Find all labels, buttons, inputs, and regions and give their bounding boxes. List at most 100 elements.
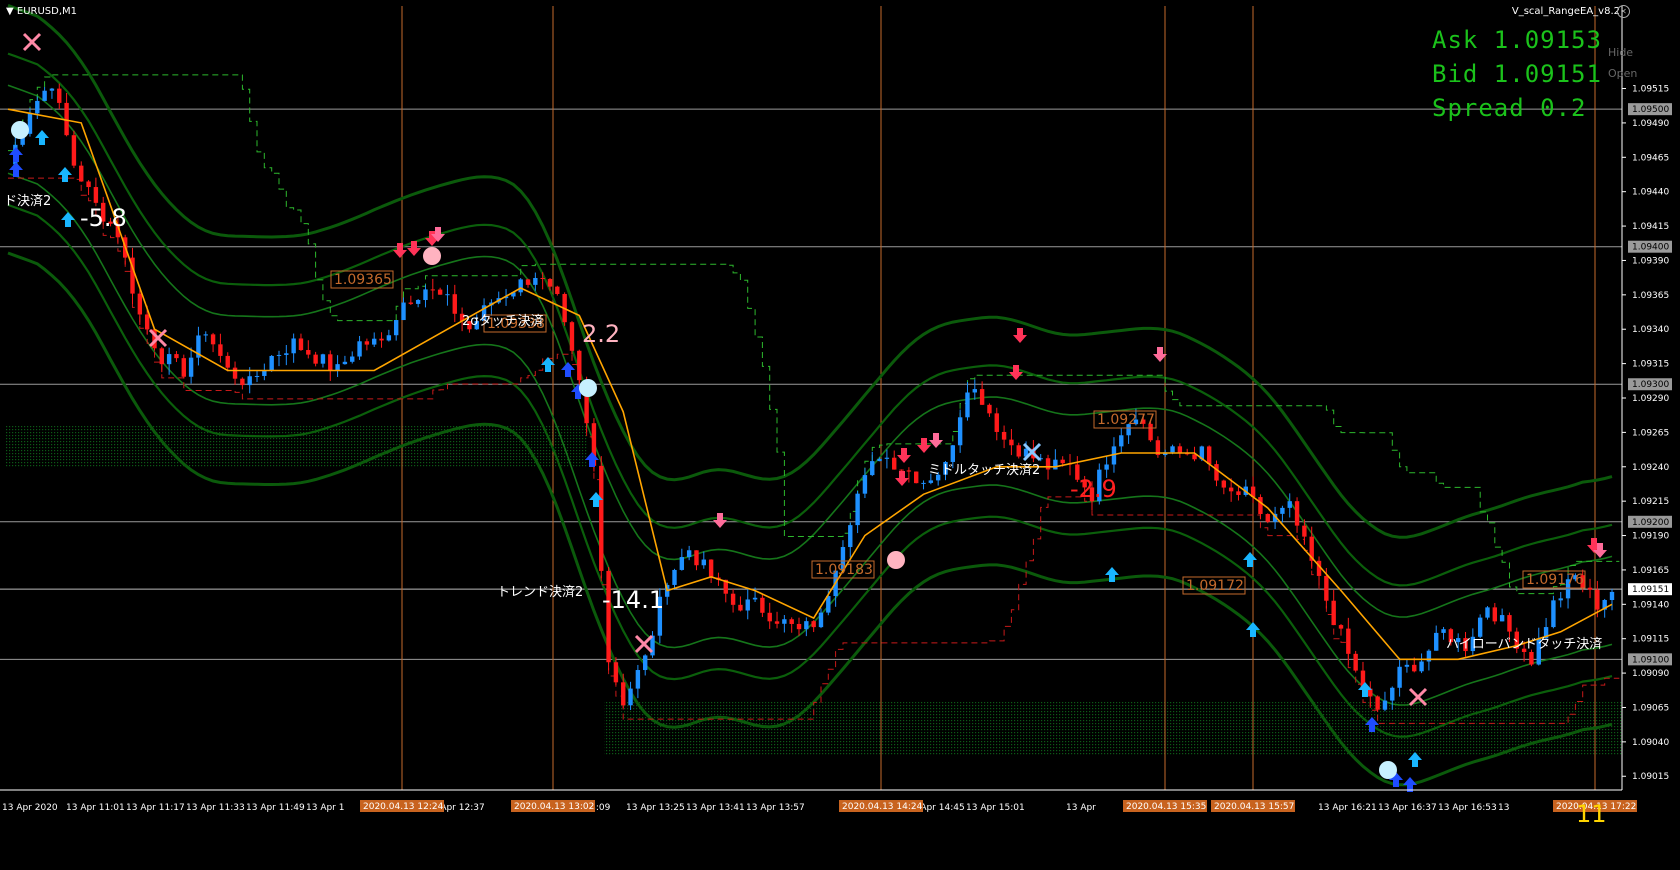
- candle-body: [1009, 439, 1014, 446]
- price-label-text: 1.09172: [1186, 578, 1244, 594]
- candle-body: [350, 356, 355, 362]
- candle-body: [804, 621, 809, 630]
- candle-body: [1346, 628, 1351, 654]
- candle-body: [1404, 664, 1410, 667]
- x-tick-label: 13 Apr 13:57: [746, 803, 805, 813]
- candle-body: [892, 457, 897, 470]
- current-price-label: 1.09151: [1632, 585, 1669, 595]
- trade-result-pips: -5.8: [80, 204, 127, 232]
- candle-body: [818, 612, 824, 628]
- candle-body: [884, 457, 890, 459]
- x-tick-label: 13 Apr 1: [306, 803, 344, 813]
- x-tick-label: 13 Apr 11:01: [66, 803, 125, 813]
- x-tick-label: 13 Apr 13:25: [626, 803, 685, 813]
- candle-body: [518, 279, 523, 293]
- candle-body: [1551, 600, 1556, 628]
- candle-body: [994, 413, 999, 432]
- candle-body: [1045, 458, 1051, 470]
- x-tick-label: 13: [1498, 803, 1509, 813]
- candle-body: [79, 165, 84, 182]
- open-button[interactable]: Open: [1608, 67, 1637, 80]
- trade-exit-label: トレンド決済2: [497, 584, 583, 600]
- candle-body: [1053, 459, 1058, 470]
- level-label: 1.09500: [1632, 105, 1669, 115]
- y-tick-label: 1.09365: [1632, 291, 1669, 301]
- candle-body: [276, 354, 282, 356]
- time-marker-label: 2020.04.13 15:57: [1214, 802, 1294, 812]
- y-tick-label: 1.09265: [1632, 428, 1669, 438]
- candle-body: [708, 559, 714, 578]
- ea-close-icon[interactable]: ✕: [1617, 5, 1630, 18]
- y-tick-label: 1.09165: [1632, 566, 1669, 576]
- y-tick-label: 1.09090: [1632, 669, 1669, 679]
- candle-body: [599, 465, 604, 571]
- candle-body: [64, 102, 69, 136]
- y-tick-label: 1.09315: [1632, 360, 1669, 370]
- candle-body: [159, 348, 165, 365]
- level-label: 1.09100: [1632, 655, 1669, 665]
- candle-body: [452, 294, 457, 314]
- candle-body: [188, 357, 194, 377]
- candle-body: [928, 480, 934, 483]
- candle-body: [1331, 600, 1336, 626]
- candle-body: [284, 353, 289, 355]
- y-tick-label: 1.09065: [1632, 703, 1669, 713]
- candle-body: [393, 320, 399, 336]
- candle-body: [811, 621, 816, 628]
- y-tick-label: 1.09015: [1632, 772, 1669, 782]
- candle-body: [1558, 598, 1563, 601]
- candle-body: [306, 350, 311, 355]
- candle-body: [408, 302, 414, 304]
- candle-body: [1492, 607, 1498, 622]
- price-chart: 1.093651.093381.091831.092771.09172 1.091…: [0, 0, 1680, 870]
- candle-body: [1390, 687, 1395, 701]
- x-tick-label: 13 Apr 16:53: [1438, 803, 1497, 813]
- level-label: 1.09400: [1632, 243, 1669, 253]
- candle-body: [1287, 501, 1292, 508]
- y-tick-label: 1.09215: [1632, 497, 1669, 507]
- candle-body: [1412, 664, 1417, 672]
- candle-body: [430, 289, 436, 291]
- candle-body: [679, 557, 685, 570]
- price-label-text: 1.09176: [1526, 572, 1584, 588]
- candle-body: [752, 597, 758, 600]
- candle-body: [335, 364, 340, 371]
- y-tick-label: 1.09465: [1632, 153, 1669, 163]
- candle-body: [210, 334, 216, 345]
- trade-exit-label: ハイローバンドタッチ決済: [1446, 636, 1602, 652]
- candle-body: [313, 354, 318, 364]
- candle-body: [774, 621, 780, 624]
- candle-body: [342, 361, 348, 365]
- candle-body: [372, 338, 377, 345]
- candle-body: [672, 569, 677, 585]
- x-tick-label: 13 Apr 11:49: [246, 803, 305, 813]
- candle-body: [181, 358, 186, 377]
- hide-button[interactable]: Hide: [1608, 46, 1633, 59]
- candle-body: [635, 670, 641, 689]
- candle-body: [606, 570, 611, 663]
- symbol-label[interactable]: ▼ EURUSD,M1: [6, 6, 77, 17]
- candle-body: [269, 355, 274, 371]
- candle-body: [613, 662, 619, 683]
- candle-body: [415, 300, 421, 304]
- y-tick-label: 1.09490: [1632, 119, 1669, 129]
- candle-body: [540, 278, 545, 280]
- candle-body: [247, 376, 252, 386]
- candle-body: [1236, 491, 1241, 495]
- candle-body: [1382, 700, 1388, 710]
- y-tick-label: 1.09340: [1632, 325, 1669, 335]
- candle-body: [577, 350, 582, 381]
- entry-marker-icon: [423, 247, 441, 265]
- candle-body: [357, 341, 362, 357]
- candle-body: [870, 461, 875, 476]
- candle-body: [42, 90, 47, 101]
- time-marker-label: 2020.04.13 13:02: [514, 802, 594, 812]
- y-tick-label: 1.09415: [1632, 222, 1669, 232]
- y-tick-label: 1.09140: [1632, 600, 1669, 610]
- candle-body: [569, 322, 575, 351]
- price-label-text: 1.09183: [815, 562, 873, 578]
- candle-body: [694, 550, 699, 566]
- x-tick-label: 13 Apr 16:37: [1378, 803, 1437, 813]
- candle-body: [137, 293, 143, 315]
- candle-body: [789, 619, 794, 624]
